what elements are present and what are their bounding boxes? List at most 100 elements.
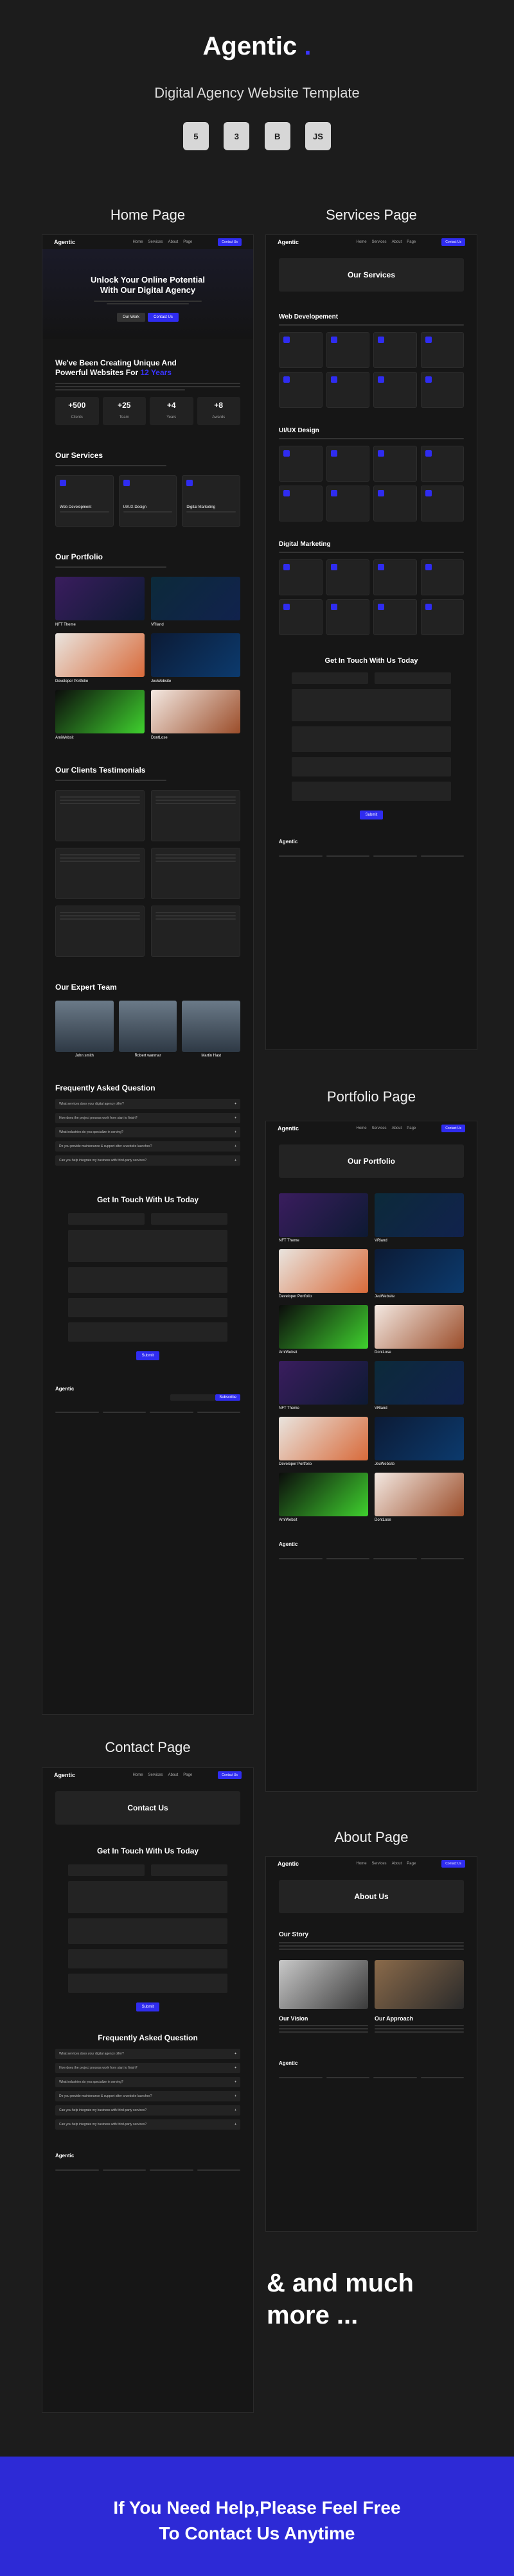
faq-item[interactable]: Do you provide maintenance & support aft… — [55, 1141, 240, 1152]
vision-title: Our Vision — [279, 2015, 308, 2022]
faq-item[interactable]: Can you help integrate my business with … — [55, 1155, 240, 1166]
portfolio-item[interactable]: DontLose — [151, 690, 240, 740]
message-field[interactable] — [292, 782, 451, 801]
name-field[interactable] — [68, 1864, 145, 1876]
logo[interactable]: Agentic — [54, 1772, 75, 1778]
portfolio-item[interactable]: VRland — [375, 1361, 464, 1410]
faq-section: Frequently Asked Question What services … — [42, 2011, 253, 2130]
faq-item[interactable]: What services does your digital agency o… — [55, 1099, 240, 1109]
contact-title: Get In Touch With Us Today — [96, 1846, 199, 1855]
details-field[interactable] — [292, 757, 451, 776]
nav-link-page[interactable]: Page — [183, 240, 192, 244]
subscribe-button[interactable]: Subscribe — [215, 1394, 240, 1401]
details-field[interactable] — [68, 1949, 227, 1968]
submit-button[interactable]: Submit — [359, 810, 384, 819]
hero-contact-button[interactable]: Contact Us — [148, 313, 179, 322]
faq-item[interactable]: Can you help integrate my business with … — [55, 2119, 240, 2130]
help-banner-text: If You Need Help,Please Feel Free To Con… — [113, 2498, 401, 2543]
services-checkboxes[interactable] — [68, 1230, 227, 1262]
service-icon — [330, 490, 337, 496]
code-icon — [60, 480, 66, 486]
subscribe-input[interactable] — [170, 1394, 216, 1401]
page-title: Contact Us — [127, 1803, 168, 1812]
contact-section: Get In Touch With Us Today Submit — [266, 635, 477, 819]
logo[interactable]: Agentic — [54, 239, 75, 245]
portfolio-item[interactable]: AmiWebsit — [55, 690, 145, 740]
more-text: & and much more ... — [267, 2269, 414, 2329]
nav-contact-button[interactable]: Contact Us — [441, 1125, 465, 1132]
stat-years: +4 Years — [150, 397, 193, 425]
service-card-marketing[interactable]: Digital Marketing — [182, 475, 240, 527]
budget-slider[interactable] — [292, 726, 451, 752]
portfolio-item[interactable]: AmiWebsit — [279, 1305, 368, 1354]
contact-page-label: Contact Page — [105, 1739, 191, 1755]
template-subtitle: Digital Agency Website Template — [154, 85, 360, 101]
portfolio-item[interactable]: JeuWebsite — [375, 1417, 464, 1466]
footer-logo[interactable]: Agentic — [55, 1386, 240, 1392]
portfolio-item[interactable]: NFT Theme — [55, 577, 145, 627]
budget-slider[interactable] — [68, 1918, 227, 1944]
faq-item[interactable]: How does the project process work from s… — [55, 1113, 240, 1123]
portfolio-item[interactable]: JeuWebsite — [375, 1249, 464, 1299]
nav-link-about[interactable]: About — [168, 240, 179, 244]
service-card-uiux[interactable]: UI/UX Design — [118, 475, 177, 527]
portfolio-item[interactable]: Developer Portfolio — [55, 633, 145, 683]
team-section: Our Expert Team John smith Robert wanmar… — [42, 957, 253, 1058]
faq-item[interactable]: What services does your digital agency o… — [55, 2049, 240, 2059]
service-icon — [330, 604, 337, 610]
portfolio-item[interactable]: NFT Theme — [279, 1193, 368, 1243]
portfolio-item[interactable]: Developer Portfolio — [279, 1417, 368, 1466]
plus-icon: + — [235, 1102, 236, 1106]
name-field[interactable] — [68, 1213, 145, 1225]
submit-button[interactable]: Submit — [136, 2002, 160, 2011]
logo[interactable]: Agentic — [278, 1125, 299, 1132]
logo[interactable]: Agentic — [278, 239, 299, 245]
email-field[interactable] — [151, 1213, 227, 1225]
service-icon — [283, 376, 290, 383]
nav-contact-button[interactable]: Contact Us — [218, 238, 242, 246]
portfolio-item[interactable]: Developer Portfolio — [279, 1249, 368, 1299]
footer: Agentic — [42, 2134, 253, 2173]
navbar: Agentic Home Services About Page Contact… — [42, 235, 253, 249]
service-card-web[interactable]: Web Development — [55, 475, 114, 527]
portfolio-item[interactable]: VRland — [151, 577, 240, 627]
portfolio-item[interactable]: DontLose — [375, 1305, 464, 1354]
megaphone-icon — [186, 480, 193, 486]
page-banner: About Us — [279, 1880, 464, 1913]
hero-title: Unlock Your Online Potential With Our Di… — [91, 275, 205, 295]
details-field[interactable] — [68, 1298, 227, 1317]
portfolio-item[interactable]: JeuWebsite — [151, 633, 240, 683]
faq-item[interactable]: Can you help integrate my business with … — [55, 2105, 240, 2116]
portfolio-item[interactable]: NFT Theme — [279, 1361, 368, 1410]
email-field[interactable] — [375, 672, 451, 684]
message-field[interactable] — [68, 1974, 227, 1993]
message-field[interactable] — [68, 1322, 227, 1342]
portfolio-item[interactable]: DontLose — [375, 1473, 464, 1522]
portfolio-item[interactable]: AmiWebsit — [279, 1473, 368, 1522]
services-page-label: Services Page — [326, 207, 417, 223]
email-field[interactable] — [151, 1864, 227, 1876]
faq-item[interactable]: What industries do you specialize in ser… — [55, 2077, 240, 2087]
portfolio-item[interactable]: VRland — [375, 1193, 464, 1243]
footer: Agentic — [266, 2035, 477, 2080]
nav-link-home[interactable]: Home — [133, 240, 143, 244]
hero-work-button[interactable]: Our Work — [117, 313, 145, 322]
services-checkboxes[interactable] — [68, 1881, 227, 1913]
nav-contact-button[interactable]: Contact Us — [441, 1860, 465, 1868]
faq-item[interactable]: Do you provide maintenance & support aft… — [55, 2091, 240, 2101]
services-checkboxes[interactable] — [292, 689, 451, 721]
faq-item[interactable]: How does the project process work from s… — [55, 2063, 240, 2073]
footer-logo[interactable]: Agentic — [279, 1541, 464, 1547]
submit-button[interactable]: Submit — [136, 1351, 160, 1360]
faq-item[interactable]: What industries do you specialize in ser… — [55, 1127, 240, 1137]
logo[interactable]: Agentic — [278, 1861, 299, 1867]
nav-contact-button[interactable]: Contact Us — [441, 238, 465, 246]
nav-contact-button[interactable]: Contact Us — [218, 1771, 242, 1779]
footer-logo[interactable]: Agentic — [279, 2060, 464, 2066]
footer-logo[interactable]: Agentic — [279, 839, 464, 845]
faq-section: Frequently Asked Question What services … — [42, 1058, 253, 1166]
nav-link-services[interactable]: Services — [148, 240, 163, 244]
name-field[interactable] — [292, 672, 368, 684]
footer-logo[interactable]: Agentic — [55, 2153, 240, 2159]
budget-slider[interactable] — [68, 1267, 227, 1293]
